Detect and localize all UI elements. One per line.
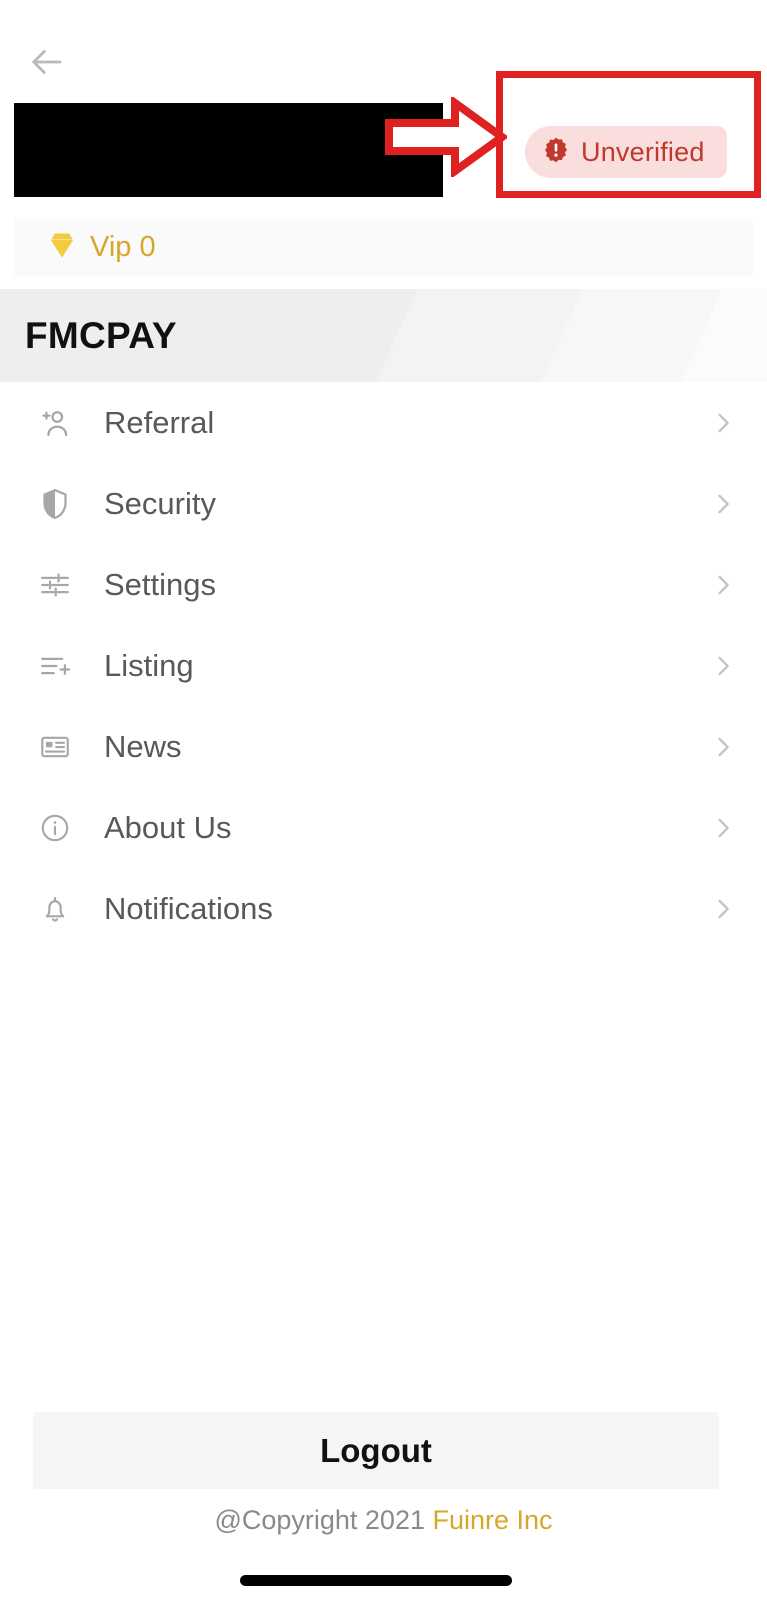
menu-item-notifications[interactable]: Notifications bbox=[0, 868, 767, 949]
home-indicator bbox=[240, 1575, 512, 1586]
arrow-left-icon bbox=[25, 41, 67, 83]
menu-item-label: Notifications bbox=[104, 890, 273, 926]
chevron-right-icon bbox=[709, 409, 743, 437]
vip-row[interactable]: Vip 0 bbox=[14, 219, 753, 276]
profile-screen: Unverified Vip 0 FMCPAY Referral Securit… bbox=[0, 0, 767, 1600]
shield-icon bbox=[32, 487, 78, 521]
identity-row: Unverified bbox=[0, 100, 767, 204]
copyright-prefix: @Copyright 2021 bbox=[214, 1505, 433, 1535]
menu-item-label: Referral bbox=[104, 404, 215, 440]
menu-item-news[interactable]: News bbox=[0, 706, 767, 787]
menu-item-security[interactable]: Security bbox=[0, 463, 767, 544]
diamond-icon bbox=[46, 229, 78, 266]
back-button[interactable] bbox=[20, 36, 72, 88]
chevron-right-icon bbox=[709, 895, 743, 923]
settings-menu-list: Referral Security Settings Listing News … bbox=[0, 382, 767, 949]
menu-item-label: Security bbox=[104, 485, 216, 521]
menu-item-label: About Us bbox=[104, 809, 232, 845]
copyright-text: @Copyright 2021 Fuinre Inc bbox=[0, 1505, 767, 1536]
menu-item-label: News bbox=[104, 728, 182, 764]
menu-item-label: Settings bbox=[104, 566, 217, 602]
menu-item-label: Listing bbox=[104, 647, 194, 683]
menu-item-referral[interactable]: Referral bbox=[0, 382, 767, 463]
chevron-right-icon bbox=[709, 652, 743, 680]
seal-warning-icon bbox=[542, 136, 570, 169]
vip-level-label: Vip 0 bbox=[90, 231, 156, 263]
menu-item-settings[interactable]: Settings bbox=[0, 544, 767, 625]
chevron-right-icon bbox=[709, 571, 743, 599]
status-badge-unverified[interactable]: Unverified bbox=[525, 126, 727, 178]
person-add-icon bbox=[32, 405, 78, 441]
article-icon bbox=[32, 730, 78, 764]
info-circle-icon bbox=[32, 811, 78, 845]
chevron-right-icon bbox=[709, 814, 743, 842]
chevron-right-icon bbox=[709, 733, 743, 761]
top-bar bbox=[0, 0, 767, 100]
menu-item-about-us[interactable]: About Us bbox=[0, 787, 767, 868]
playlist-add-icon bbox=[32, 649, 78, 683]
logout-button[interactable]: Logout bbox=[33, 1412, 719, 1489]
copyright-brand: Fuinre Inc bbox=[432, 1505, 553, 1535]
chevron-right-icon bbox=[709, 490, 743, 518]
brand-banner: FMCPAY bbox=[0, 289, 767, 382]
page-title: FMCPAY bbox=[25, 314, 177, 356]
menu-item-listing[interactable]: Listing bbox=[0, 625, 767, 706]
bell-icon bbox=[32, 892, 78, 926]
redacted-username bbox=[14, 103, 443, 197]
status-badge-label: Unverified bbox=[581, 136, 705, 167]
sliders-icon bbox=[32, 568, 78, 602]
